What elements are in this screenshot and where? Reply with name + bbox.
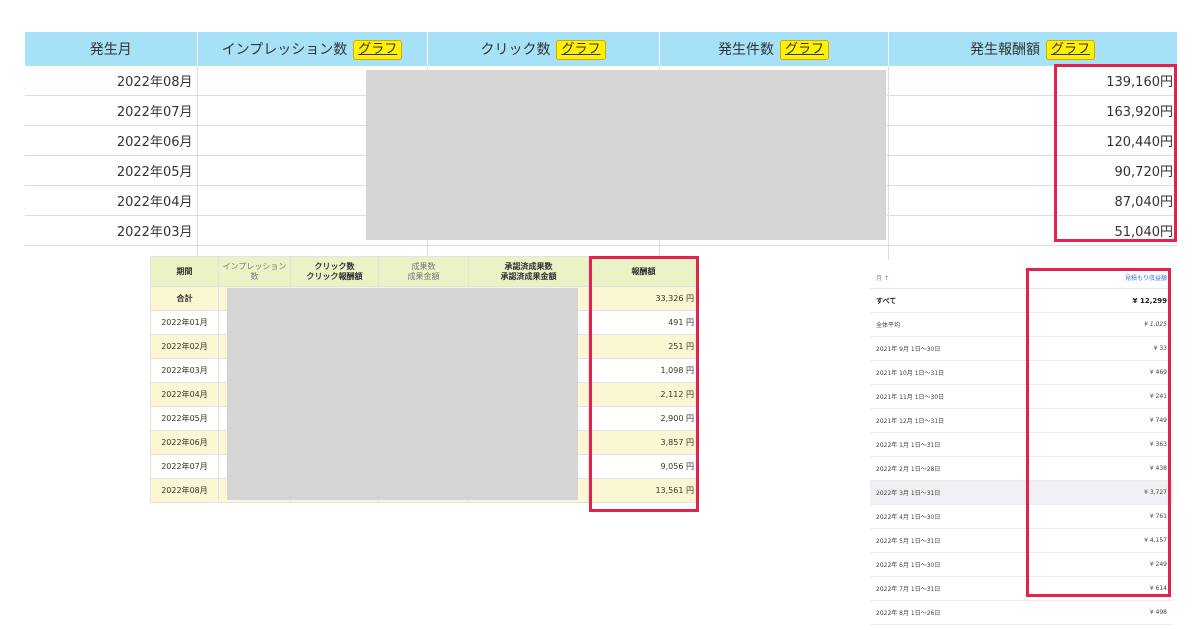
- period-cell: 2022年01月: [150, 310, 219, 335]
- month-sort-header[interactable]: 月 ↑: [876, 273, 889, 282]
- clicks-graph-button[interactable]: グラフ: [556, 39, 606, 60]
- clicks-header: クリック数 グラフ: [427, 32, 660, 66]
- month-cell: 2022年04月: [25, 185, 198, 216]
- impressions-header: インプレッション数 グラフ: [197, 32, 428, 66]
- month-cell: 2022年05月: [25, 155, 198, 186]
- total-label: 合計: [150, 286, 219, 311]
- period-cell: 2022年02月: [150, 334, 219, 359]
- period-header: 期間: [150, 256, 219, 287]
- month-cell: 2022年08月: [25, 66, 198, 96]
- period-cell: 2022年03月: [150, 358, 219, 383]
- month-cell: 2022年07月: [25, 95, 198, 126]
- month-header: 発生月: [25, 32, 198, 66]
- table-row: 2022年 8月 1日～26日 ¥ 498: [870, 601, 1173, 625]
- period-cell: 2022年05月: [150, 406, 219, 431]
- period-cell: 2022年06月: [150, 430, 219, 455]
- reward-header: 発生報酬額 グラフ: [888, 32, 1177, 66]
- earnings-highlight-box: [1026, 268, 1171, 597]
- reward-highlight-box: [1054, 64, 1177, 242]
- impressions-header: インプレッション数: [218, 256, 291, 287]
- month-cell: 2022年06月: [25, 125, 198, 156]
- results-header: 成果数 成果金額: [378, 256, 469, 287]
- period-cell: 2022年07月: [150, 454, 219, 479]
- period-cell: 2022年08月: [150, 478, 219, 503]
- table-header-row: 発生月 インプレッション数 グラフ クリック数 グラフ 発生件数 グラフ 発生報酬額グ…: [25, 32, 1177, 66]
- occurrences-header: 発生件数 グラフ: [659, 32, 889, 66]
- period-cell: 2022年04月: [150, 382, 219, 407]
- redaction-box: [227, 288, 578, 500]
- month-cell: 2022年03月: [25, 215, 198, 246]
- redaction-box: [366, 70, 886, 240]
- occurrences-graph-button[interactable]: グラフ: [779, 39, 829, 60]
- approved-header: 承認済成果数 承認済成果金額: [468, 256, 589, 287]
- sort-up-icon: ↑: [883, 274, 889, 282]
- reward-highlight-box: [589, 256, 699, 512]
- clicks-header: クリック数 クリック報酬額: [290, 256, 379, 287]
- impressions-graph-button[interactable]: グラフ: [353, 39, 403, 60]
- reward-graph-button[interactable]: グラフ: [1045, 39, 1095, 60]
